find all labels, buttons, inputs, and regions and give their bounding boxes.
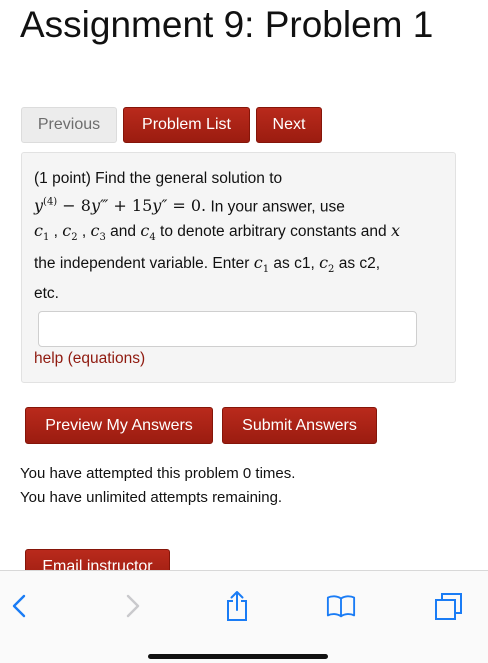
answer-input[interactable] (38, 311, 417, 347)
bookmarks-icon[interactable] (326, 591, 356, 621)
forward-icon[interactable] (117, 591, 147, 621)
tabs-icon[interactable] (434, 591, 464, 621)
problem-instructions-line: the independent variable. Enter c1 as c1… (34, 252, 381, 275)
previous-button[interactable]: Previous (21, 107, 117, 143)
problem-nav: Previous Problem List Next (21, 107, 322, 143)
next-button[interactable]: Next (256, 107, 322, 143)
problem-equation-line: y(4) − 8y‴ + 15y″ = 0. In your answer, u… (34, 196, 345, 216)
problem-panel: (1 point) Find the general solution to y… (21, 152, 456, 383)
page-title: Assignment 9: Problem 1 (20, 4, 434, 45)
problem-intro: (1 point) Find the general solution to (34, 170, 283, 187)
browser-toolbar (0, 570, 488, 663)
submit-answers-button[interactable]: Submit Answers (222, 407, 377, 444)
attempts-count: You have attempted this problem 0 times. (20, 465, 296, 482)
submit-row: Preview My Answers Submit Answers (25, 407, 377, 444)
problem-etc: etc. (34, 284, 59, 302)
equation: y(4) − 8y‴ + 15y″ = 0. (34, 196, 207, 216)
problem-statement: (1 point) Find the general solution to y… (34, 167, 446, 306)
problem-list-button[interactable]: Problem List (123, 107, 250, 143)
back-icon[interactable] (5, 591, 35, 621)
preview-answers-button[interactable]: Preview My Answers (25, 407, 213, 444)
help-equations-link[interactable]: help (equations) (34, 350, 145, 368)
problem-constants-line: c1 , c2 , c3 and c4 to denote arbitrary … (34, 221, 400, 244)
attempts-remaining: You have unlimited attempts remaining. (20, 489, 283, 506)
home-indicator (148, 654, 328, 659)
share-icon[interactable] (222, 591, 252, 621)
attempts-info: You have attempted this problem 0 times.… (20, 462, 295, 510)
